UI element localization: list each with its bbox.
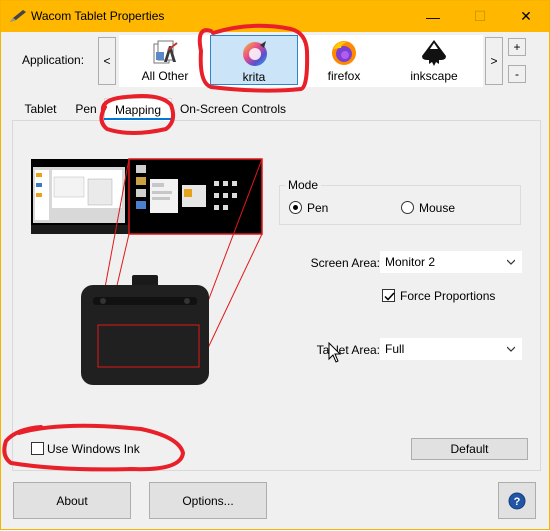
tab-tablet[interactable]: Tablet [12,98,69,120]
help-button[interactable]: ? [498,482,536,519]
pen-app-icon [10,10,26,22]
title-bar: Wacom Tablet Properties — ☐ ✕ [1,1,549,32]
tablet-area-value: Full [385,342,405,356]
minimize-button[interactable]: — [410,1,456,32]
monitor-2-preview [128,158,263,235]
mouse-cursor-icon [328,342,342,363]
firefox-icon [332,41,356,65]
remove-application-button[interactable]: - [508,65,526,83]
inkscape-icon [422,40,446,66]
application-list: All Other krita firefox inkscape [119,35,483,87]
tab-pen[interactable]: Pen [69,98,103,120]
force-proportions-label: Force Proportions [400,289,496,303]
app-item-krita[interactable]: krita [210,35,298,85]
active-tab-indicator [104,118,172,120]
tablet-area-select[interactable]: Full [380,338,522,360]
mode-pen-label: Pen [307,201,329,215]
screen-area-label: Screen Area: [310,256,380,270]
default-button[interactable]: Default [411,438,528,460]
chevron-down-icon [507,346,515,352]
all-other-icon [153,40,178,64]
mode-pen-radio[interactable] [289,201,302,214]
use-windows-ink-checkbox[interactable] [31,442,44,455]
application-label: Application: [22,53,85,67]
app-item-inkscape[interactable]: inkscape [390,35,478,85]
mode-mouse-radio[interactable] [401,201,414,214]
help-icon: ? [508,492,526,509]
maximize-button[interactable]: ☐ [457,1,503,32]
mode-mouse-label: Mouse [419,201,456,215]
close-button[interactable]: ✕ [503,1,549,32]
use-windows-ink-label: Use Windows Ink [47,442,140,456]
app-label-inkscape: inkscape [410,69,458,83]
wacom-properties-window: Wacom Tablet Properties — ☐ ✕ Applicatio… [0,0,550,530]
about-button[interactable]: About [13,482,131,519]
check-icon [384,292,395,301]
window-title: Wacom Tablet Properties [31,9,165,23]
app-label-krita: krita [242,70,266,84]
tablet-preview [81,275,209,385]
app-item-firefox[interactable]: firefox [300,35,388,85]
svg-text:?: ? [514,496,521,508]
krita-icon [243,41,267,66]
add-application-button[interactable]: + [508,38,526,56]
app-scroll-right-button[interactable]: > [485,37,503,85]
force-proportions-checkbox[interactable] [382,289,395,302]
options-button[interactable]: Options... [149,482,267,519]
mode-group-title: Mode [285,178,322,192]
app-label-firefox: firefox [327,69,361,83]
tab-on-screen-controls[interactable]: On-Screen Controls [172,98,294,120]
screen-area-select[interactable]: Monitor 2 [380,251,522,273]
app-item-all-other[interactable]: All Other [121,35,209,85]
app-scroll-left-button[interactable]: < [98,37,116,85]
mapping-preview [31,158,263,385]
monitor-1-preview [31,159,129,234]
app-label-all-other: All Other [141,69,189,83]
chevron-down-icon [507,259,515,265]
screen-area-value: Monitor 2 [385,255,436,269]
